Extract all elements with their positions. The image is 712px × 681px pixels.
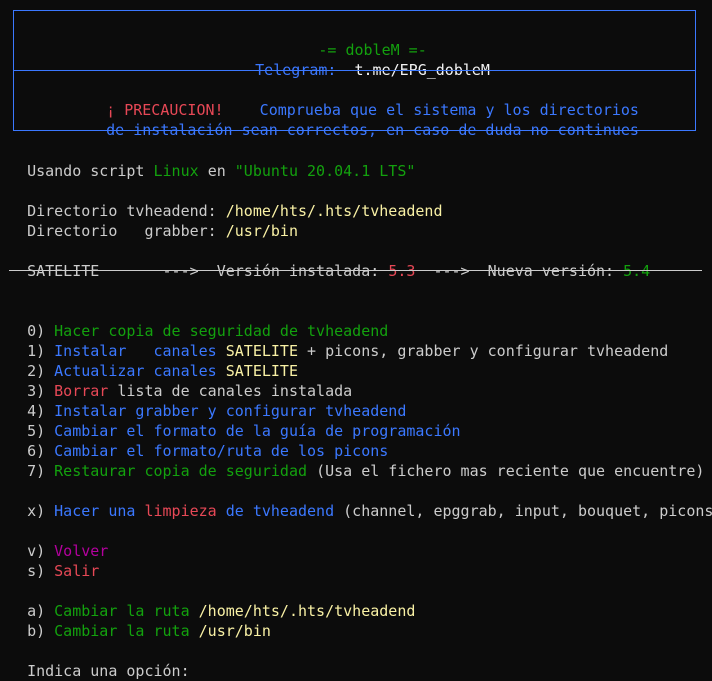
menu-option-0[interactable]: 0) Hacer copia de seguridad de tvheadend xyxy=(9,301,388,340)
menu-option-s[interactable]: s) Salir xyxy=(9,541,99,580)
grabber-dir-line: Directorio grabber: /usr/bin xyxy=(9,201,298,240)
input-prompt[interactable]: Indica una opción: xyxy=(9,641,190,680)
option-text: Cambiar la ruta xyxy=(54,622,190,640)
option-note: (channel, epggrab, input, bouquet, picon… xyxy=(343,502,712,520)
distro-name: "Ubuntu 20.04.1 LTS" xyxy=(234,162,416,180)
option-key: x) xyxy=(27,502,46,520)
menu-option-3[interactable]: 3) Borrar lista de canales instalada xyxy=(9,361,352,400)
menu-option-5[interactable]: 5) Cambiar el formato de la guía de prog… xyxy=(9,401,460,440)
grabber-dir-label: Directorio grabber: xyxy=(27,222,217,240)
option-note: (Usa el fichero mas reciente que encuent… xyxy=(316,462,705,480)
menu-option-b[interactable]: b) Cambiar la ruta /usr/bin xyxy=(9,601,271,640)
option-text-suffix: de tvheadend xyxy=(225,502,335,520)
warning-box: ¡ PRECAUCION! Comprueba que el sistema y… xyxy=(13,70,696,139)
option-highlight: limpieza xyxy=(144,502,217,520)
warning-line-2: de instalación sean correctos, en caso d… xyxy=(14,100,695,139)
warning-text-2: de instalación sean correctos, en caso d… xyxy=(106,121,639,139)
separator-line xyxy=(9,270,702,271)
grabber-dir-value: /usr/bin xyxy=(225,222,298,240)
option-path: /usr/bin xyxy=(198,622,271,640)
installed-version-value: 5.3 xyxy=(388,262,416,280)
list-name: SATELITE xyxy=(27,262,100,280)
menu-option-7[interactable]: 7) Restaurar copia de seguridad (Usa el … xyxy=(9,441,704,480)
option-text: Salir xyxy=(54,562,100,580)
using-script-line: Usando script Linux en "Ubuntu 20.04.1 L… xyxy=(9,141,415,180)
prompt-text: Indica una opción: xyxy=(27,662,190,680)
arrow-2: ---> xyxy=(433,262,470,280)
banner-box: -= dobleM =- Telegram: t.me/EPG_dobleM xyxy=(13,10,696,79)
option-key: b) xyxy=(27,622,46,640)
menu-option-v[interactable]: v) Volver xyxy=(9,521,108,560)
option-text-suffix: + picons, grabber y configurar tvheadend xyxy=(307,342,669,360)
option-key: 7) xyxy=(27,462,46,480)
option-key: s) xyxy=(27,562,46,580)
menu-option-x[interactable]: x) Hacer una limpieza de tvheadend (chan… xyxy=(9,481,712,520)
installed-version-label: Versión instalada: xyxy=(216,262,380,280)
new-version-label: Nueva versión: xyxy=(487,262,615,280)
option-text: Restaurar copia de seguridad xyxy=(54,462,308,480)
menu-option-a[interactable]: a) Cambiar la ruta /home/hts/.hts/tvhead… xyxy=(9,581,415,620)
option-text: Hacer una xyxy=(54,502,136,520)
using-prefix: Usando script xyxy=(27,162,145,180)
banner-telegram-line: Telegram: t.me/EPG_dobleM xyxy=(14,40,695,79)
menu-option-1[interactable]: 1) Instalar canales SATELITE + picons, g… xyxy=(9,321,668,360)
version-line: SATELITE ---> Versión instalada: 5.3 ---… xyxy=(9,241,650,280)
menu-option-2[interactable]: 2) Actualizar canales SATELITE xyxy=(9,341,298,380)
arrow-1: ---> xyxy=(162,262,199,280)
tvheadend-dir-line: Directorio tvheadend: /home/hts/.hts/tvh… xyxy=(9,181,442,220)
menu-option-4[interactable]: 4) Instalar grabber y configurar tvheade… xyxy=(9,381,406,420)
using-in: en xyxy=(207,162,226,180)
warning-line-1: ¡ PRECAUCION! Comprueba que el sistema y… xyxy=(14,80,695,119)
os-type: Linux xyxy=(153,162,199,180)
menu-option-6[interactable]: 6) Cambiar el formato/ruta de los picons xyxy=(9,421,388,460)
new-version-value: 5.4 xyxy=(623,262,651,280)
banner-title-line: -= dobleM =- xyxy=(14,20,695,59)
